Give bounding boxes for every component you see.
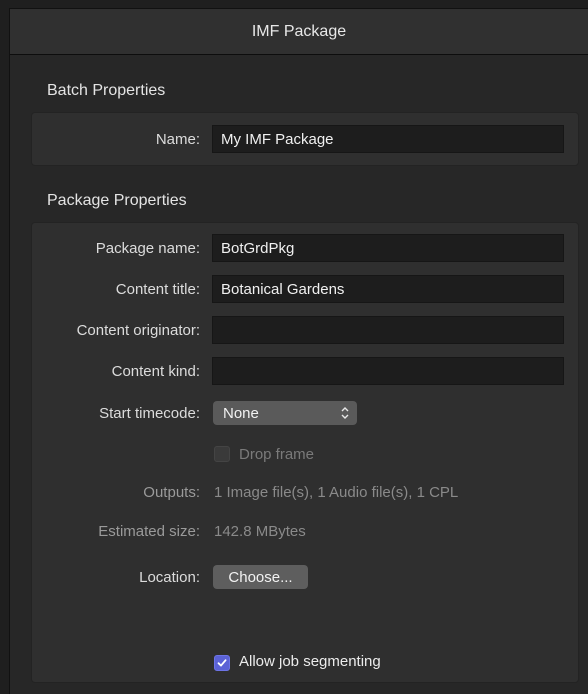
name-label: Name:	[155, 130, 200, 148]
start-timecode-value: None	[223, 404, 259, 422]
content-kind-field[interactable]	[212, 357, 564, 385]
content-kind-label: Content kind:	[111, 362, 200, 380]
batch-properties-group: Name:	[31, 112, 579, 166]
package-name-field[interactable]	[212, 234, 564, 262]
batch-properties-heading: Batch Properties	[47, 82, 166, 99]
content-originator-row: Content originator:	[32, 316, 578, 344]
start-timecode-row: Start timecode: None	[32, 399, 578, 427]
package-name-label: Package name:	[95, 239, 200, 257]
name-field[interactable]	[212, 125, 564, 153]
start-timecode-label: Start timecode:	[99, 404, 200, 422]
package-properties-heading: Package Properties	[47, 192, 187, 209]
location-row: Location: Choose...	[32, 563, 578, 591]
outputs-row: Outputs: 1 Image file(s), 1 Audio file(s…	[32, 478, 578, 506]
content-title-row: Content title:	[32, 275, 578, 303]
content-title-field[interactable]	[212, 275, 564, 303]
window-title: IMF Package	[251, 22, 347, 40]
up-down-chevron-icon	[341, 407, 349, 419]
drop-frame-label: Drop frame	[239, 446, 315, 463]
imf-package-window: IMF Package Batch Properties Name: Packa…	[9, 8, 588, 694]
checkmark-icon	[217, 659, 227, 667]
name-row: Name:	[32, 125, 578, 153]
content-title-label: Content title:	[115, 280, 200, 298]
allow-job-segmenting-checkbox[interactable]	[214, 655, 230, 671]
estimated-size-row: Estimated size: 142.8 MBytes	[32, 517, 578, 545]
drop-frame-checkbox[interactable]	[214, 446, 230, 462]
location-label: Location:	[139, 568, 200, 586]
estimated-size-value: 142.8 MBytes	[214, 522, 306, 540]
estimated-size-label: Estimated size:	[98, 522, 200, 540]
window-titlebar: IMF Package	[10, 9, 588, 55]
content-originator-field[interactable]	[212, 316, 564, 344]
outputs-value: 1 Image file(s), 1 Audio file(s), 1 CPL	[214, 483, 459, 501]
outputs-label: Outputs:	[143, 483, 200, 501]
choose-location-button[interactable]: Choose...	[213, 565, 308, 589]
start-timecode-select[interactable]: None	[213, 401, 357, 425]
package-name-row: Package name:	[32, 234, 578, 262]
package-properties-group: Package name: Content title: Content ori…	[31, 222, 579, 683]
content-originator-label: Content originator:	[76, 321, 200, 339]
allow-job-segmenting-label: Allow job segmenting	[239, 653, 381, 670]
content-kind-row: Content kind:	[32, 357, 578, 385]
